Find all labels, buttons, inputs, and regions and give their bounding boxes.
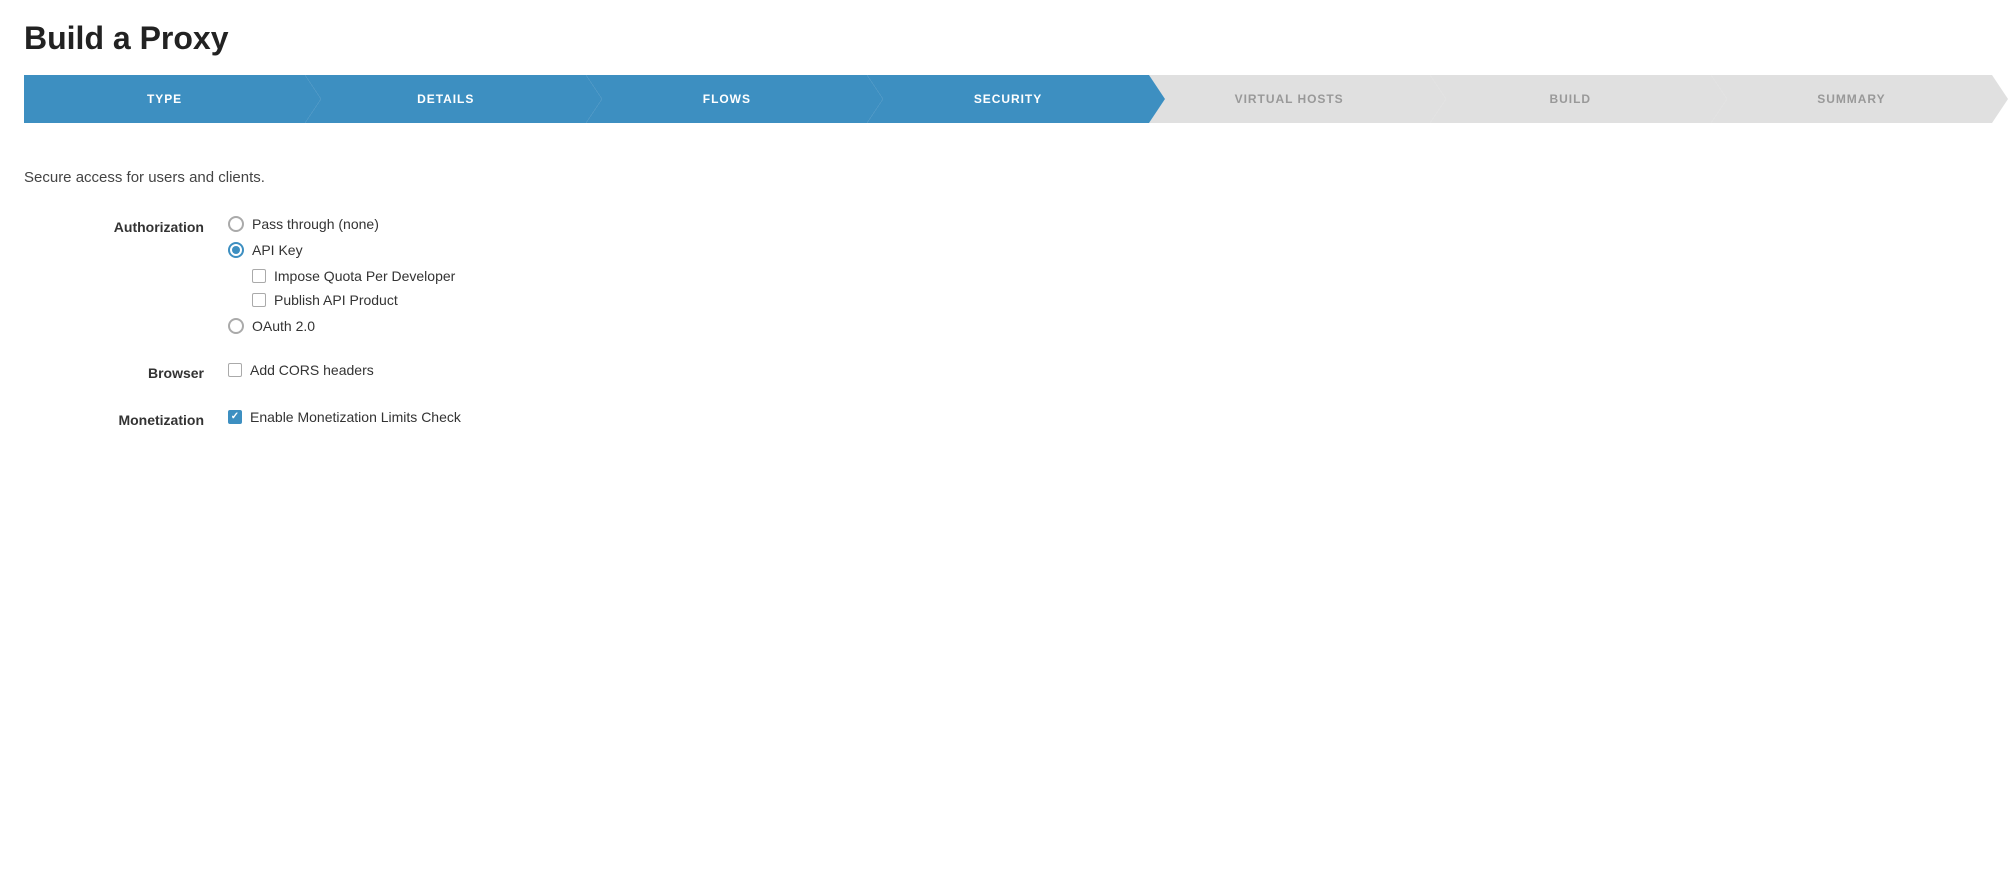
section-label-browser: Browser [24, 362, 204, 381]
option-monetization-check[interactable]: Enable Monetization Limits Check [228, 409, 461, 425]
step-label-summary: SUMMARY [1817, 92, 1885, 106]
step-label-type: TYPE [147, 92, 182, 106]
option-api-key[interactable]: API Key [228, 242, 455, 258]
step-build[interactable]: BUILD [1430, 75, 1711, 123]
section-label-monetization: Monetization [24, 409, 204, 428]
suboption-publish-product[interactable]: Publish API Product [252, 292, 455, 308]
section-label-authorization: Authorization [24, 216, 204, 235]
option-label-pass-through: Pass through (none) [252, 216, 379, 232]
section-monetization: Monetization Enable Monetization Limits C… [24, 409, 1992, 428]
radio-api-key[interactable] [228, 242, 244, 258]
checkbox-impose-quota[interactable] [252, 269, 266, 283]
option-label-monetization-check: Enable Monetization Limits Check [250, 409, 461, 425]
suboption-label-publish-product: Publish API Product [274, 292, 398, 308]
step-label-details: DETAILS [417, 92, 474, 106]
section-content-authorization: Pass through (none) API Key Impose Quota P… [228, 216, 455, 334]
checkbox-monetization-check[interactable] [228, 410, 242, 424]
checkbox-cors-headers[interactable] [228, 363, 242, 377]
step-type: TYPE [24, 75, 305, 123]
step-virtual-hosts[interactable]: VIRTUAL HOSTS [1149, 75, 1430, 123]
subtitle: Secure access for users and clients. [24, 169, 1992, 186]
section-authorization: Authorization Pass through (none) API Key I… [24, 216, 1992, 334]
option-pass-through[interactable]: Pass through (none) [228, 216, 455, 232]
step-summary[interactable]: SUMMARY [1711, 75, 1992, 123]
sub-options-api-key: Impose Quota Per Developer Publish API Pr… [252, 268, 455, 308]
option-label-oauth2: OAuth 2.0 [252, 318, 315, 334]
checkbox-publish-product[interactable] [252, 293, 266, 307]
step-label-build: BUILD [1550, 92, 1591, 106]
section-content-browser: Add CORS headers [228, 362, 374, 378]
step-label-virtual-hosts: VIRTUAL HOSTS [1235, 92, 1344, 106]
option-label-cors-headers: Add CORS headers [250, 362, 374, 378]
step-flows: FLOWS [586, 75, 867, 123]
step-details: DETAILS [305, 75, 586, 123]
section-content-monetization: Enable Monetization Limits Check [228, 409, 461, 425]
page-title: Build a Proxy [24, 20, 1992, 57]
option-label-api-key: API Key [252, 242, 303, 258]
option-cors-headers[interactable]: Add CORS headers [228, 362, 374, 378]
step-label-flows: FLOWS [703, 92, 751, 106]
stepper: TYPE DETAILS FLOWS SECURITY VIRTUAL HOSTS BUI… [24, 75, 1992, 123]
section-browser: Browser Add CORS headers [24, 362, 1992, 381]
suboption-impose-quota[interactable]: Impose Quota Per Developer [252, 268, 455, 284]
option-oauth2[interactable]: OAuth 2.0 [228, 318, 455, 334]
suboption-label-impose-quota: Impose Quota Per Developer [274, 268, 455, 284]
step-security: SECURITY [867, 75, 1148, 123]
radio-oauth2[interactable] [228, 318, 244, 334]
radio-pass-through[interactable] [228, 216, 244, 232]
step-label-security: SECURITY [974, 92, 1042, 106]
